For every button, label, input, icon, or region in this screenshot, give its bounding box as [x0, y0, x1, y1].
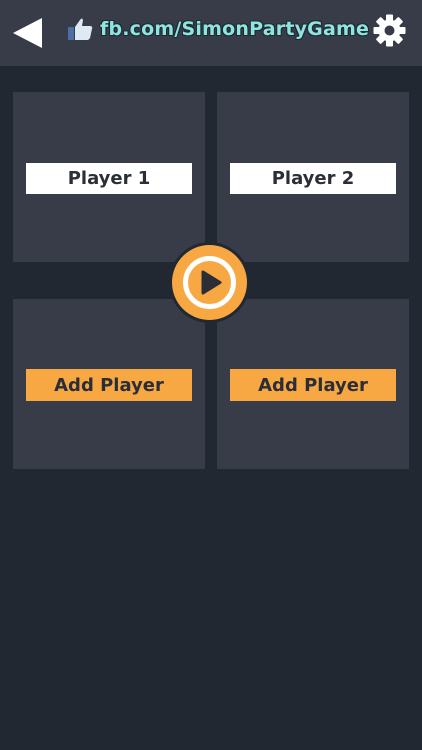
- settings-button[interactable]: [373, 14, 406, 47]
- play-icon: [183, 256, 236, 309]
- top-bar: fb.com/SimonPartyGame: [0, 0, 422, 66]
- thumbs-up-icon: [68, 18, 93, 40]
- back-button[interactable]: [12, 17, 44, 49]
- player-tile-2[interactable]: Player 2: [217, 92, 409, 262]
- facebook-link[interactable]: fb.com/SimonPartyGame: [66, 14, 369, 44]
- play-button[interactable]: [172, 245, 247, 320]
- add-player-button[interactable]: Add Player: [230, 369, 396, 401]
- player-tile-1[interactable]: Player 1: [13, 92, 205, 262]
- facebook-link-text: fb.com/SimonPartyGame: [100, 18, 370, 40]
- add-player-button[interactable]: Add Player: [26, 369, 192, 401]
- gear-icon: [373, 14, 406, 47]
- empty-player-slot-4: Add Player: [217, 299, 409, 469]
- back-arrow-icon: [13, 18, 42, 48]
- player-1-name[interactable]: Player 1: [26, 163, 192, 194]
- empty-player-slot-3: Add Player: [13, 299, 205, 469]
- player-2-name[interactable]: Player 2: [230, 163, 396, 194]
